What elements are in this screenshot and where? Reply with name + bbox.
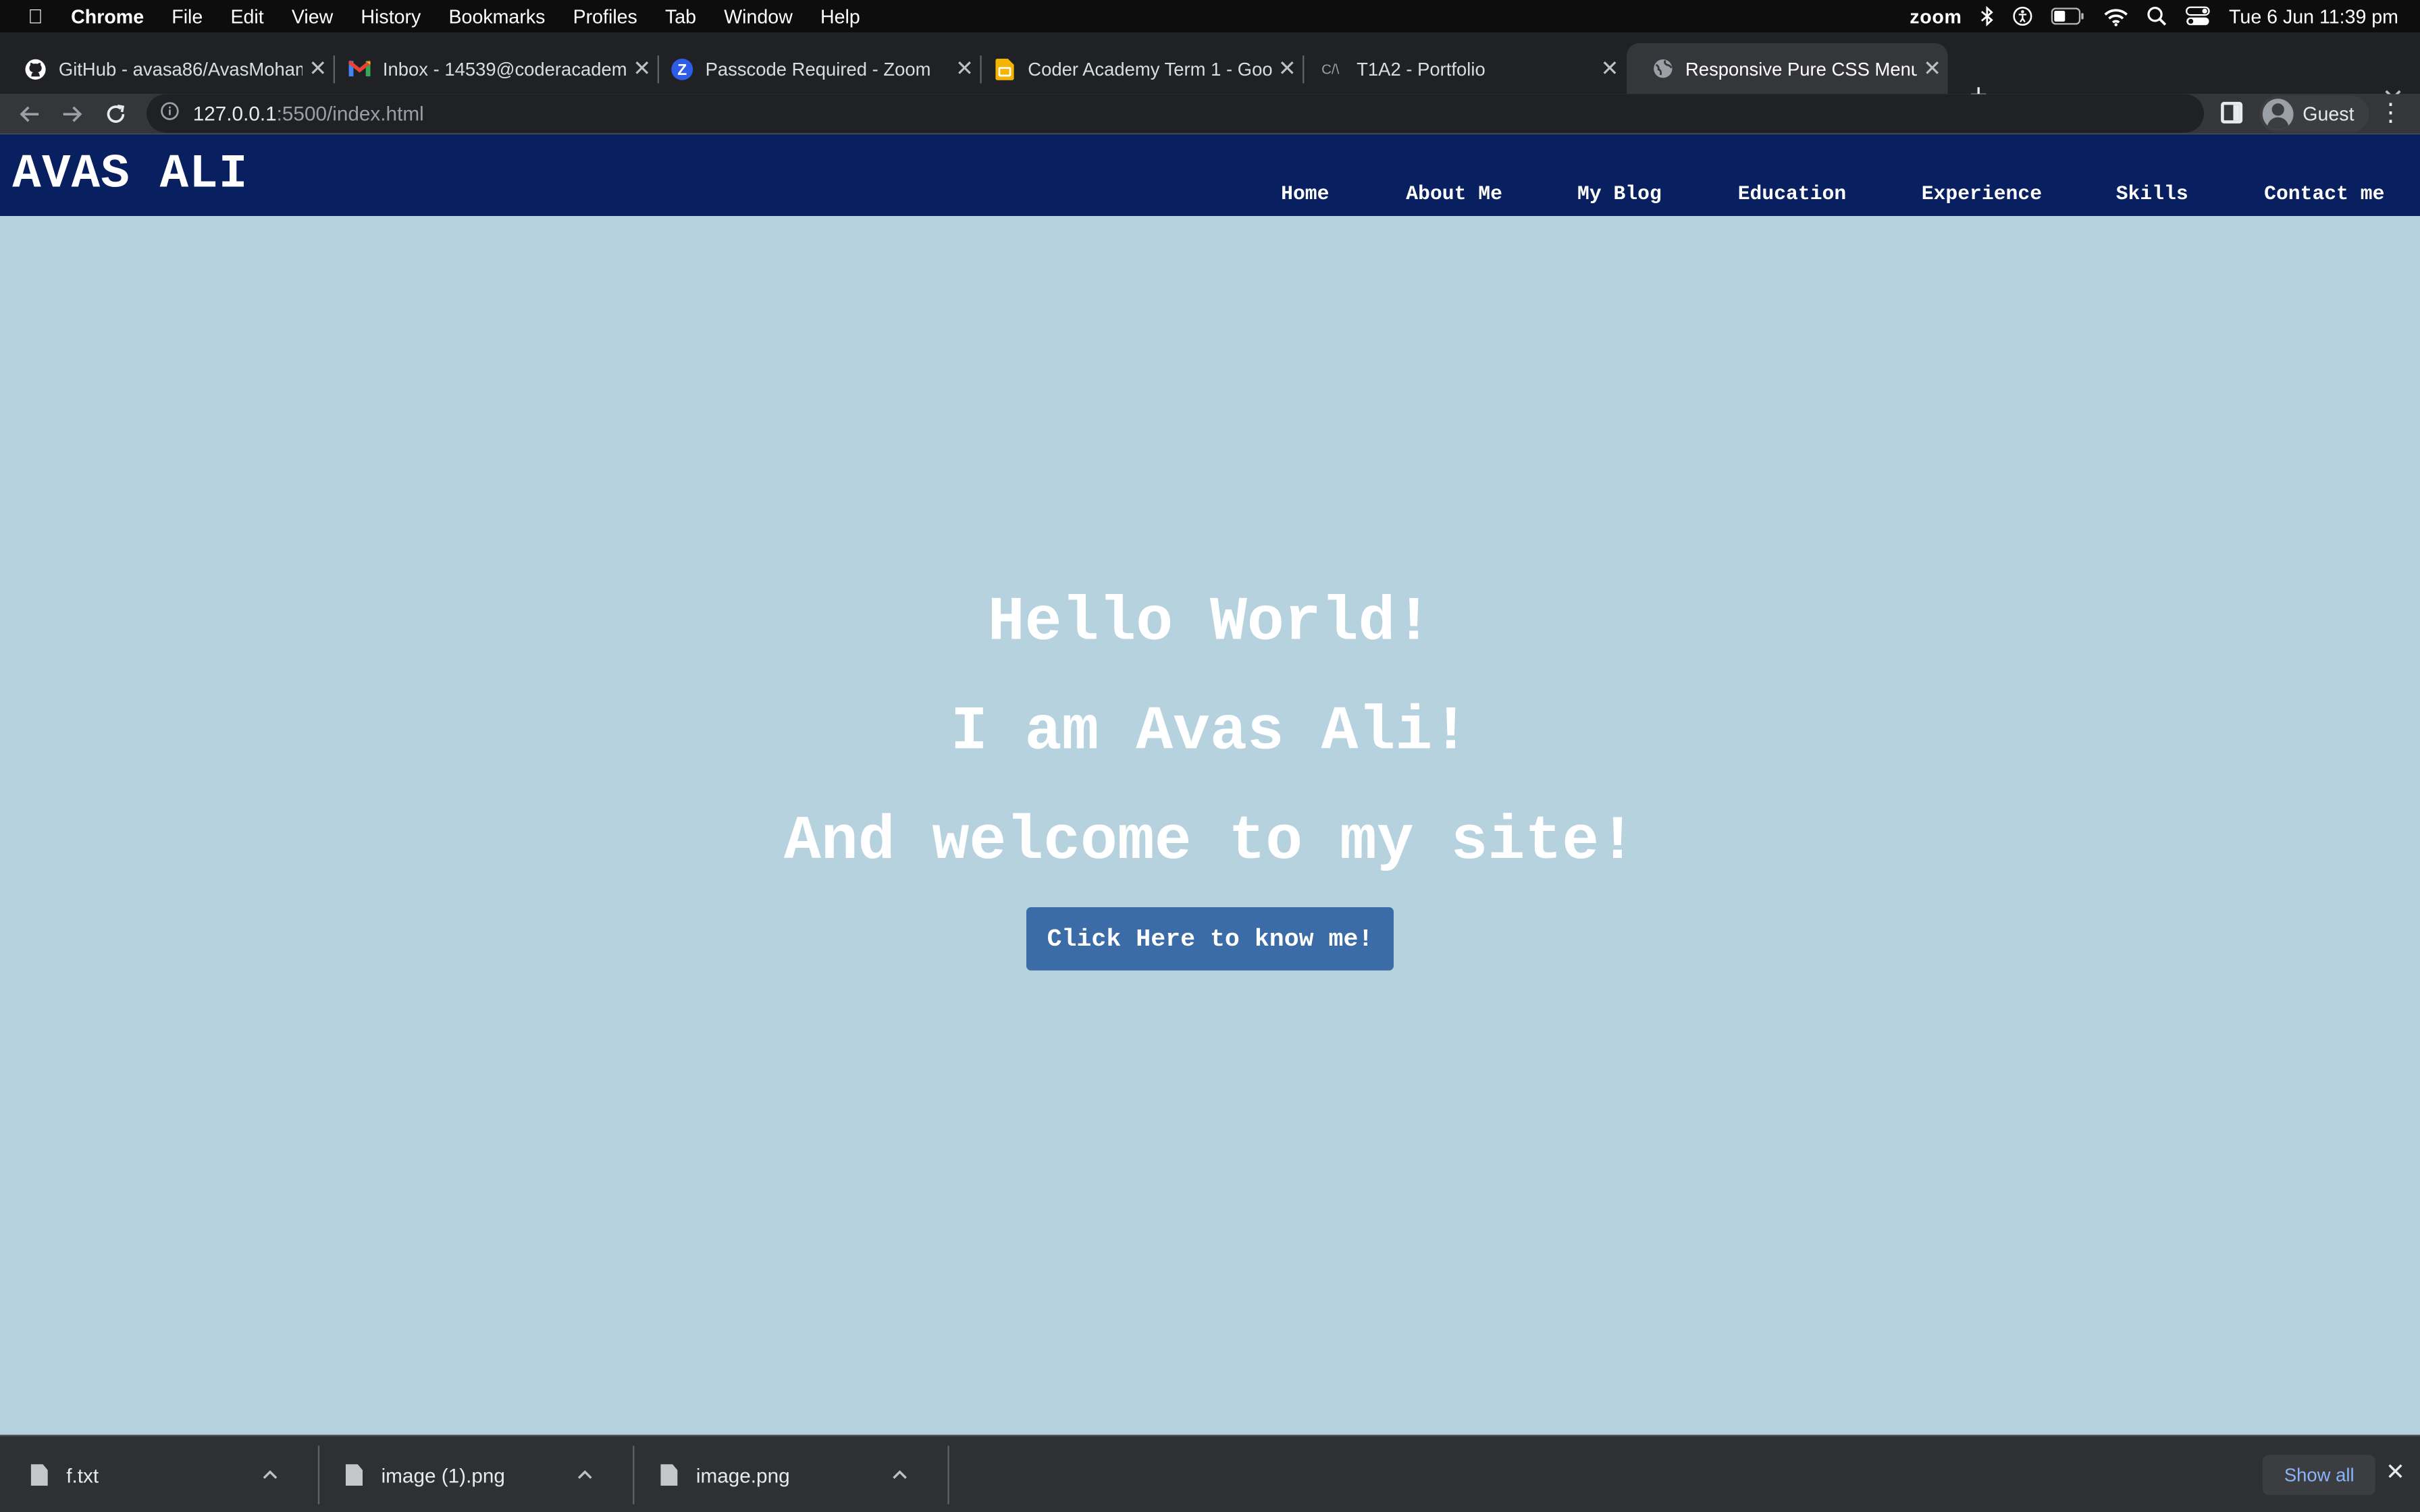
download-divider	[633, 1445, 635, 1505]
tab-title: GitHub - avasa86/AvasMohammed	[58, 57, 302, 80]
web-page: AVAS ALI Home About Me My Blog Education…	[0, 134, 2420, 1435]
tab-title: T1A2 - Portfolio	[1357, 57, 1485, 80]
back-arrow-icon[interactable]	[12, 97, 46, 131]
globe-icon	[1652, 58, 1673, 80]
download-item[interactable]: f.txt	[30, 1436, 281, 1512]
hero-subheading: I am Avas Ali!	[950, 699, 1470, 769]
hero-heading: Hello World!	[987, 589, 1433, 659]
macos-menubar:  Chrome File Edit View History Bookmark…	[0, 0, 2420, 33]
control-center-icon[interactable]	[2186, 6, 2211, 26]
spotlight-search-icon[interactable]	[2147, 6, 2167, 26]
nav-about-me[interactable]: About Me	[1406, 182, 1502, 205]
hero-welcome: And welcome to my site!	[784, 808, 1636, 878]
download-filename: image (1).png	[381, 1463, 505, 1487]
tab-title: Coder Academy Term 1 - Google Slides	[1028, 57, 1272, 80]
menu-profiles[interactable]: Profiles	[559, 5, 651, 27]
ca-icon: C/\	[1321, 61, 1340, 77]
menu-window[interactable]: Window	[710, 5, 807, 27]
nav-my-blog[interactable]: My Blog	[1577, 182, 1662, 205]
download-item[interactable]: image (1).png	[346, 1436, 596, 1512]
side-panel-icon[interactable]	[2221, 101, 2243, 124]
chevron-up-icon[interactable]	[889, 1465, 911, 1484]
accessibility-icon[interactable]	[2013, 6, 2033, 26]
apple-menu-icon[interactable]: 	[0, 5, 71, 28]
bluetooth-icon[interactable]	[1980, 6, 1995, 26]
url-path: :5500/index.html	[276, 101, 424, 126]
tab-zoom[interactable]: Z Passcode Required - Zoom ✕	[647, 43, 982, 94]
download-shelf: f.txt image (1).png image.png Show all ✕	[0, 1434, 2420, 1512]
svg-text:Z: Z	[677, 60, 687, 78]
download-filename: image.png	[695, 1463, 790, 1487]
menubar-clock[interactable]: Tue 6 Jun 11:39 pm	[2229, 5, 2398, 27]
menu-file[interactable]: File	[158, 5, 217, 27]
site-header: AVAS ALI Home About Me My Blog Education…	[0, 134, 2420, 216]
download-item[interactable]: image.png	[660, 1436, 910, 1512]
nav-experience[interactable]: Experience	[1922, 182, 2042, 205]
zoom-icon: Z	[671, 57, 693, 80]
tab-title: Inbox - 14539@coderacademy.edu.au	[382, 57, 627, 80]
battery-icon[interactable]	[2051, 7, 2085, 25]
nav-contact-me[interactable]: Contact me	[2264, 182, 2384, 205]
chevron-up-icon[interactable]	[574, 1465, 596, 1484]
slides-icon	[994, 57, 1016, 80]
github-icon	[25, 58, 47, 80]
tab-title: Responsive Pure CSS Menu	[1685, 57, 1917, 80]
gmail-icon	[348, 58, 371, 80]
tab-portfolio[interactable]: C/\ T1A2 - Portfolio ✕	[1292, 43, 1625, 94]
profile-button[interactable]: Guest	[2259, 95, 2370, 133]
menu-tab[interactable]: Tab	[651, 5, 710, 27]
forward-arrow-icon[interactable]	[55, 97, 89, 131]
menu-view[interactable]: View	[278, 5, 347, 27]
close-icon[interactable]: ✕	[2382, 1458, 2409, 1486]
avatar-icon	[2262, 99, 2294, 130]
show-all-downloads-button[interactable]: Show all	[2262, 1455, 2376, 1495]
menu-edit[interactable]: Edit	[217, 5, 278, 27]
nav-education[interactable]: Education	[1738, 182, 1847, 205]
nav-skills[interactable]: Skills	[2116, 182, 2188, 205]
address-bar[interactable]: 127.0.0.1:5500/index.html	[147, 94, 2205, 133]
tab-github[interactable]: GitHub - avasa86/AvasMohammed ✕	[0, 43, 336, 94]
menu-bookmarks[interactable]: Bookmarks	[435, 5, 559, 27]
menu-help[interactable]: Help	[806, 5, 874, 27]
more-menu-icon[interactable]: ⋮	[2378, 97, 2403, 128]
browser-toolbar: 127.0.0.1:5500/index.html Guest ⋮	[0, 94, 2420, 134]
file-icon	[30, 1464, 48, 1486]
tab-gmail[interactable]: Inbox - 14539@coderacademy.edu.au ✕	[324, 43, 660, 94]
browser-tab-strip: GitHub - avasa86/AvasMohammed ✕ Inbox - …	[0, 32, 2420, 113]
chevron-up-icon[interactable]	[259, 1465, 281, 1484]
download-filename: f.txt	[66, 1463, 99, 1487]
tab-title: Passcode Required - Zoom	[705, 57, 931, 80]
url-host: 127.0.0.1	[192, 101, 277, 126]
tab-responsive-css-menu[interactable]: Responsive Pure CSS Menu ✕	[1627, 43, 1948, 94]
image-file-icon	[346, 1464, 363, 1486]
close-icon[interactable]: ✕	[1594, 55, 1625, 82]
close-icon[interactable]: ✕	[1917, 55, 1948, 82]
reload-icon[interactable]	[99, 97, 132, 131]
wifi-icon[interactable]	[2104, 7, 2129, 26]
image-file-icon	[660, 1464, 678, 1486]
download-divider	[947, 1445, 949, 1505]
download-divider	[317, 1445, 320, 1505]
nav-home[interactable]: Home	[1281, 182, 1329, 205]
zoom-status-icon[interactable]: zoom	[1910, 5, 1962, 27]
menu-history[interactable]: History	[347, 5, 435, 27]
site-info-icon[interactable]	[147, 102, 193, 125]
know-me-button[interactable]: Click Here to know me!	[1026, 907, 1394, 971]
menu-app-name[interactable]: Chrome	[71, 5, 158, 27]
site-logo[interactable]: AVAS ALI	[12, 148, 248, 202]
profile-label: Guest	[2303, 103, 2355, 126]
tab-google-slides[interactable]: Coder Academy Term 1 - Google Slides ✕	[969, 43, 1305, 94]
